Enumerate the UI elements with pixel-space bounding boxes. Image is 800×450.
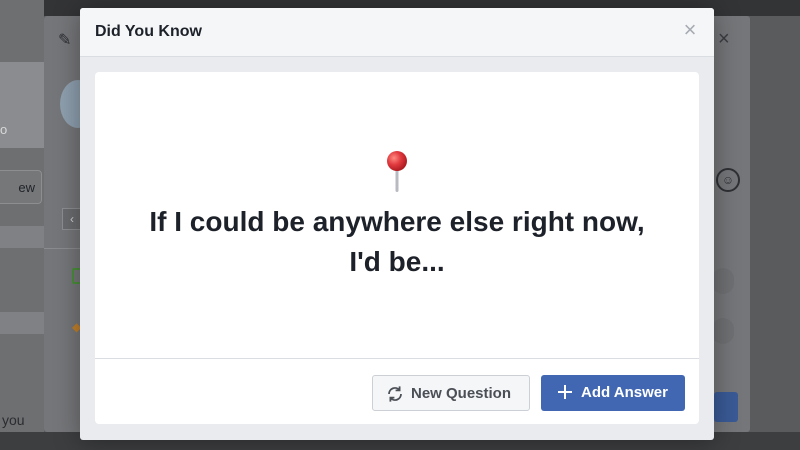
background-pill xyxy=(712,318,734,344)
refresh-icon xyxy=(388,386,402,402)
close-icon: × xyxy=(683,17,697,42)
did-you-know-dialog: Did You Know × If I could be anywhere el… xyxy=(80,8,714,440)
new-question-button[interactable]: New Question xyxy=(372,375,530,411)
round-pushpin-icon xyxy=(387,151,407,192)
add-answer-label: Add Answer xyxy=(581,384,668,401)
dialog-header: Did You Know × xyxy=(80,8,714,57)
question-card: If I could be anywhere else right now, I… xyxy=(95,72,699,424)
smiley-icon: ☺ xyxy=(716,168,740,192)
background-band xyxy=(0,312,44,334)
background-post-button xyxy=(714,392,738,422)
chevron-left-icon: ‹ xyxy=(62,208,82,230)
question-card-footer: New Question Add Answer xyxy=(95,358,699,425)
question-card-body: If I could be anywhere else right now, I… xyxy=(95,72,699,358)
plus-icon xyxy=(558,385,572,399)
background-view-button: ew xyxy=(0,170,42,204)
close-button[interactable]: × xyxy=(680,17,700,42)
background-photo-caption: o xyxy=(0,122,8,137)
background-text: you xyxy=(2,412,25,428)
new-question-label: New Question xyxy=(411,385,512,402)
dialog-title: Did You Know xyxy=(95,23,202,40)
add-answer-button[interactable]: Add Answer xyxy=(541,375,685,411)
close-icon: × xyxy=(718,28,730,50)
background-pill xyxy=(712,268,734,294)
pencil-icon: ✎ xyxy=(58,32,72,49)
background-band xyxy=(0,226,44,248)
question-text: If I could be anywhere else right now, I… xyxy=(149,206,645,277)
